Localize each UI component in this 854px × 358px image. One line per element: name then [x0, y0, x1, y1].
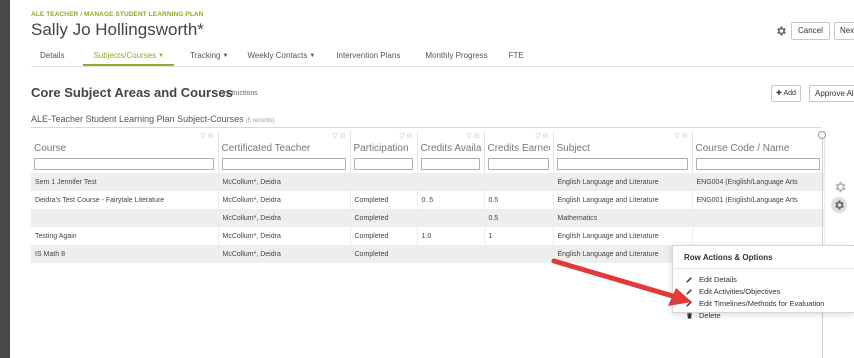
table-cell: Completed: [350, 209, 418, 227]
table-cell: ENG001 (English/Language Arts: [692, 191, 825, 209]
breadcrumb: ALE TEACHER / MANAGE STUDENT LEARNING PL…: [31, 11, 204, 18]
courses-table: ▽ ⊙ Course ▽ ⊙ Certificated Teacher ▽ ⊙ Par…: [31, 131, 825, 263]
add-button[interactable]: ✚ Add: [771, 85, 801, 102]
table-cell: [692, 209, 825, 227]
filter-icon[interactable]: ▽ ⊙: [535, 132, 548, 140]
tab-subjects-courses[interactable]: Subjects/Courses ▼: [83, 48, 174, 66]
section-title: Core Subject Areas and Courses: [31, 85, 233, 100]
filter-input-course-code[interactable]: [695, 158, 820, 170]
table-cell: McCollum*, Deidra: [218, 209, 351, 227]
column-header-certificated-teacher[interactable]: ▽ ⊙ Certificated Teacher: [218, 131, 351, 173]
table-title-text: ALE-Teacher Student Learning Plan Subjec…: [31, 114, 244, 124]
table-cell: McCollum*, Deidra: [218, 173, 351, 191]
tab-details[interactable]: Details: [40, 48, 64, 66]
tab-monthly-progress[interactable]: Monthly Progress: [425, 48, 487, 66]
annotation-arrow: [551, 258, 692, 306]
table-cell: Sem 1 Jennifer Test: [31, 173, 219, 191]
approve-all-button[interactable]: Approve All: [809, 85, 854, 102]
page-title: Sally Jo Hollingsworth*: [31, 20, 204, 39]
table-cell: 0.5: [484, 209, 554, 227]
table-cell: Completed: [350, 191, 418, 209]
table-cell: McCollum*, Deidra: [218, 227, 351, 245]
filter-input-participation[interactable]: [353, 158, 413, 170]
filter-icon[interactable]: ▽ ⊙: [200, 132, 213, 140]
table-title: ALE-Teacher Student Learning Plan Subjec…: [31, 114, 275, 124]
tab-fte[interactable]: FTE: [509, 48, 524, 66]
table-cell: English Language and Literature: [553, 173, 693, 191]
menu-divider: [674, 268, 854, 269]
filter-icon[interactable]: ▽ ⊙: [674, 132, 687, 140]
table-cell: ENG004 (English/Language Arts: [692, 173, 825, 191]
table-cell: Testing Again: [31, 227, 219, 245]
tab-intervention-plans[interactable]: Intervention Plans: [336, 48, 400, 66]
record-count: (5 records): [245, 118, 275, 124]
filter-input-course[interactable]: [34, 158, 214, 170]
table-cell: [417, 245, 485, 263]
table-cell: [417, 209, 485, 227]
table-cell: English Language and Literature: [553, 227, 693, 245]
plus-circle-icon: ✚: [776, 90, 782, 97]
table-cell: [692, 227, 825, 245]
instructions-link[interactable]: Instructions: [222, 90, 258, 97]
table-cell: [350, 173, 418, 191]
table-row[interactable]: Testing Again McCollum*, Deidra Completed 1…: [31, 227, 825, 245]
add-button-label: Add: [783, 90, 796, 97]
cancel-button[interactable]: Cancel: [791, 22, 830, 40]
filter-icon[interactable]: ▽ ⊙: [466, 132, 479, 140]
table-cell: [31, 209, 219, 227]
column-header-credits-available[interactable]: ▽ ⊙Credits Available: [417, 131, 485, 173]
filter-icon[interactable]: ▽ ⊙: [399, 132, 412, 140]
table-cell: 1: [484, 227, 554, 245]
filter-icon[interactable]: ▽ ⊙: [332, 132, 345, 140]
column-header-course[interactable]: ▽ ⊙ Course: [31, 131, 219, 173]
table-cell: IS Math 8: [31, 245, 219, 263]
tab-tracking[interactable]: Tracking ▼: [190, 48, 228, 66]
table-cell: [417, 173, 485, 191]
table-row[interactable]: McCollum*, Deidra Completed 0.5 Mathematics: [31, 209, 825, 227]
table-title-divider: [31, 127, 821, 128]
tab-bar: Details Subjects/Courses ▼ Tracking ▼ Week…: [31, 48, 524, 66]
table-cell: Deidra's Test Course - Fairytale Literat…: [31, 191, 219, 209]
column-header-credits-earned[interactable]: ▽ ⊙ Credits Earned: [484, 131, 554, 173]
filter-input-subject[interactable]: [556, 158, 688, 170]
row-gear-icon-active[interactable]: [831, 197, 847, 213]
gear-icon[interactable]: [775, 25, 787, 37]
table-cell: McCollum*, Deidra: [218, 191, 351, 209]
table-cell: Completed: [350, 227, 418, 245]
caret-down-icon: ▼: [222, 53, 229, 59]
tab-weekly-contacts[interactable]: Weekly Contacts ▼: [247, 48, 315, 66]
menu-item-edit-activities[interactable]: Edit Activities/Objectives: [686, 287, 780, 296]
table-cell: [484, 173, 554, 191]
table-row[interactable]: Deidra's Test Course - Fairytale Literat…: [31, 191, 825, 209]
filter-input-credits-earned[interactable]: [487, 158, 549, 170]
table-cell: Completed: [350, 245, 418, 263]
tabs-divider: [31, 66, 854, 67]
column-header-subject[interactable]: ▽ ⊙ Subject: [553, 131, 693, 173]
menu-item-edit-timelines[interactable]: Edit Timelines/Methods for Evaluation: [686, 299, 824, 308]
table-cell: English Language and Literature: [553, 191, 693, 209]
table-cell: 0.5: [484, 191, 554, 209]
table-header-row: ▽ ⊙ Course ▽ ⊙ Certificated Teacher ▽ ⊙ Par…: [31, 131, 825, 173]
column-header-course-code[interactable]: Course Code / Name: [692, 131, 825, 173]
table-cell: Mathematics: [553, 209, 693, 227]
caret-down-icon: ▼: [158, 53, 165, 59]
table-cell: 1.0: [417, 227, 485, 245]
filter-input-teacher[interactable]: [221, 158, 346, 170]
column-header-participation[interactable]: ▽ ⊙ Participation: [350, 131, 418, 173]
table-row[interactable]: Sem 1 Jennifer Test McCollum*, Deidra Engl…: [31, 173, 825, 191]
row-gear-icon[interactable]: [833, 180, 847, 194]
left-sidebar-strip: [0, 0, 10, 358]
filter-input-credits-available[interactable]: [420, 158, 480, 170]
table-cell: [484, 245, 554, 263]
next-button[interactable]: Next: [834, 22, 854, 40]
caret-down-icon: ▼: [309, 53, 316, 59]
column-scroll-handle[interactable]: [818, 131, 826, 139]
table-cell: McCollum*, Deidra: [218, 245, 351, 263]
table-cell: 0. 5: [417, 191, 485, 209]
